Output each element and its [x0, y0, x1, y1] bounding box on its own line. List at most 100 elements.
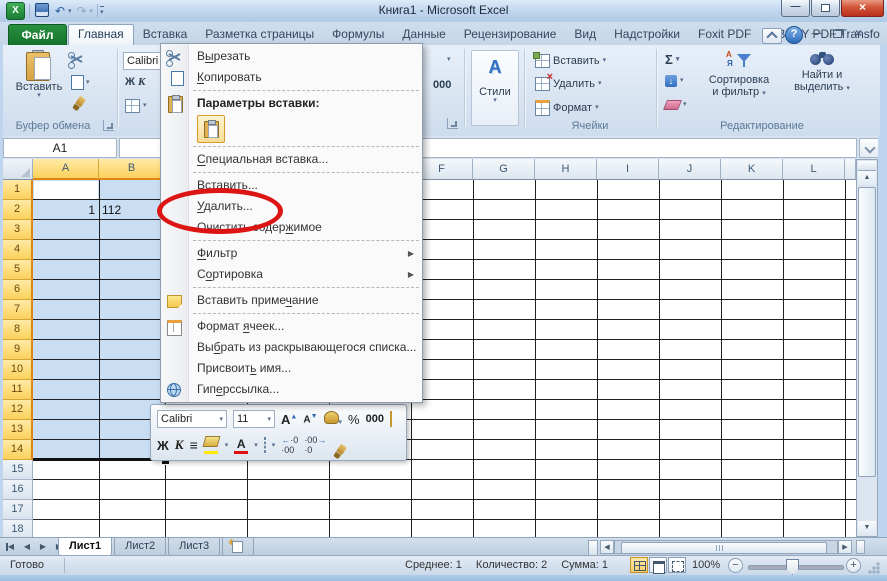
zoom-in-icon[interactable]: + [846, 558, 861, 573]
cell-b2-value[interactable]: 112 [102, 200, 121, 220]
shrink-font-button[interactable]: А▼ [303, 413, 317, 425]
menu-item-hyperlink[interactable]: Гиперссылка... [161, 379, 422, 400]
column-header-h[interactable]: H [535, 159, 597, 180]
column-header-m[interactable]: M [845, 159, 856, 180]
next-sheet-icon[interactable]: ▶ [36, 540, 50, 554]
sort-filter-button[interactable]: АЯ Сортировка и фильтр ▾ [699, 51, 779, 98]
delete-dropdown-icon[interactable]: ▾ [598, 81, 602, 87]
row-header[interactable]: 16 [3, 480, 33, 500]
resize-grip[interactable] [868, 562, 880, 574]
v-scroll-thumb[interactable] [858, 187, 876, 477]
autosum-button[interactable]: Σ▾ [665, 52, 679, 67]
active-cell-a1[interactable] [34, 181, 98, 199]
paste-dropdown-icon[interactable]: ▾ [37, 93, 41, 99]
mini-borders-dropdown-icon[interactable]: ▾ [272, 441, 276, 449]
font-color-dropdown-icon[interactable]: ▾ [254, 441, 258, 449]
clipboard-dialog-launcher-icon[interactable] [103, 120, 114, 131]
mini-bold-button[interactable]: Ж [157, 438, 169, 453]
format-dropdown-icon[interactable]: ▾ [595, 105, 599, 111]
borders-icon[interactable] [125, 99, 140, 113]
row-header[interactable]: 9 [3, 340, 33, 360]
paste-button[interactable]: Вставить ▾ [13, 50, 65, 99]
row-header[interactable]: 13 [3, 420, 33, 440]
row-header[interactable]: 18 [3, 520, 33, 537]
row-header[interactable]: 14 [3, 440, 33, 460]
tab-file[interactable]: Файл [8, 24, 67, 47]
font-name-combo[interactable]: Calibri [123, 52, 163, 70]
copy-button[interactable]: ▾ [71, 75, 90, 90]
tab-insert[interactable]: Вставка [134, 24, 197, 45]
h-scroll-thumb[interactable] [621, 542, 827, 554]
insert-cells-button[interactable]: Вставить▾ [535, 54, 606, 68]
minimize-ribbon-icon[interactable] [762, 28, 782, 44]
row-header[interactable]: 12 [3, 400, 33, 420]
insert-dropdown-icon[interactable]: ▾ [603, 58, 607, 64]
insert-worksheet-tab[interactable]: ✱ [222, 538, 254, 556]
workbook-restore-icon[interactable] [829, 27, 846, 41]
menu-item-sort[interactable]: Сортировка▶ [161, 264, 422, 285]
column-header-k[interactable]: K [721, 159, 783, 180]
autofit-button[interactable] [390, 412, 392, 426]
italic-button[interactable]: К [138, 76, 145, 88]
mini-italic-button[interactable]: К [175, 437, 184, 453]
tab-foxit-pdf[interactable]: Foxit PDF [689, 24, 760, 45]
column-header-g[interactable]: G [473, 159, 535, 180]
row-header[interactable]: 11 [3, 380, 33, 400]
prev-sheet-icon[interactable]: ◀ [20, 540, 34, 554]
fill-button[interactable]: ↓▾ [665, 75, 684, 87]
row-header[interactable]: 4 [3, 240, 33, 260]
increase-decimal-button[interactable]: ·00→·0 [304, 435, 326, 455]
column-header-i[interactable]: I [597, 159, 659, 180]
scroll-right-icon[interactable]: ▶ [838, 540, 852, 554]
find-select-button[interactable]: Найти и выделить ▾ [785, 51, 859, 93]
clear-dropdown-icon[interactable]: ▾ [683, 102, 687, 108]
menu-item-copy[interactable]: Копировать [161, 67, 422, 88]
row-header[interactable]: 6 [3, 280, 33, 300]
scroll-up-icon[interactable]: ▲ [858, 171, 876, 185]
mini-align-button[interactable]: ≡ [190, 437, 198, 453]
cell-a2-value[interactable]: 1 [33, 200, 95, 220]
first-sheet-icon[interactable]: ◀ [4, 540, 18, 554]
row-header[interactable]: 10 [3, 360, 33, 380]
row-header[interactable]: 8 [3, 320, 33, 340]
scroll-left-icon[interactable]: ◀ [600, 540, 614, 554]
row-header[interactable]: 2 [3, 200, 33, 220]
row-header[interactable]: 1 [3, 180, 33, 200]
menu-item-pick-from-list[interactable]: Выбрать из раскрывающегося списка... [161, 337, 422, 358]
tab-review[interactable]: Рецензирование [455, 24, 566, 45]
workbook-close-icon[interactable]: × [850, 27, 867, 41]
tab-formulas[interactable]: Формулы [323, 24, 393, 45]
scroll-down-icon[interactable]: ▼ [858, 521, 876, 535]
styles-dropdown-icon[interactable]: ▾ [472, 98, 518, 104]
tab-page-layout[interactable]: Разметка страницы [196, 24, 323, 45]
copy-dropdown-icon[interactable]: ▾ [86, 80, 90, 86]
zoom-thumb[interactable] [786, 559, 799, 575]
page-layout-view-button[interactable] [649, 557, 667, 573]
menu-item-format-cells[interactable]: Формат ячеек... [161, 316, 422, 337]
minimize-button[interactable]: — [781, 0, 810, 17]
decrease-decimal-button[interactable]: ←·0·00 [281, 435, 298, 455]
grow-font-button[interactable]: А▲ [281, 412, 297, 427]
row-header[interactable]: 15 [3, 460, 33, 480]
v-split-handle[interactable] [858, 161, 876, 171]
menu-item-insert[interactable]: Вставить... [161, 175, 422, 196]
menu-item-filter[interactable]: Фильтр▶ [161, 243, 422, 264]
borders-dropdown-icon[interactable]: ▾ [143, 103, 147, 109]
autosum-dropdown-icon[interactable]: ▾ [676, 57, 680, 63]
zoom-out-icon[interactable]: − [728, 558, 743, 573]
tab-addins[interactable]: Надстройки [605, 24, 689, 45]
mini-font-size-combo[interactable]: 11▾ [233, 410, 275, 428]
menu-item-delete[interactable]: Удалить... [161, 196, 422, 217]
comma-style-button[interactable]: 000 [366, 413, 384, 425]
accounting-format-button[interactable]: ▾ [324, 411, 343, 427]
tab-view[interactable]: Вид [565, 24, 605, 45]
close-button[interactable]: × [841, 0, 884, 17]
menu-item-paste-special[interactable]: Специальная вставка... [161, 149, 422, 170]
comma-style-button[interactable]: 000 [433, 79, 451, 91]
number-dialog-launcher-icon[interactable] [447, 118, 458, 129]
h-split-handle[interactable] [856, 540, 865, 554]
page-break-view-button[interactable] [668, 557, 686, 573]
paste-option-button[interactable] [197, 115, 225, 143]
format-cells-button[interactable]: Формат▾ [535, 100, 599, 116]
vertical-scrollbar[interactable]: ▲ ▼ [856, 159, 878, 537]
